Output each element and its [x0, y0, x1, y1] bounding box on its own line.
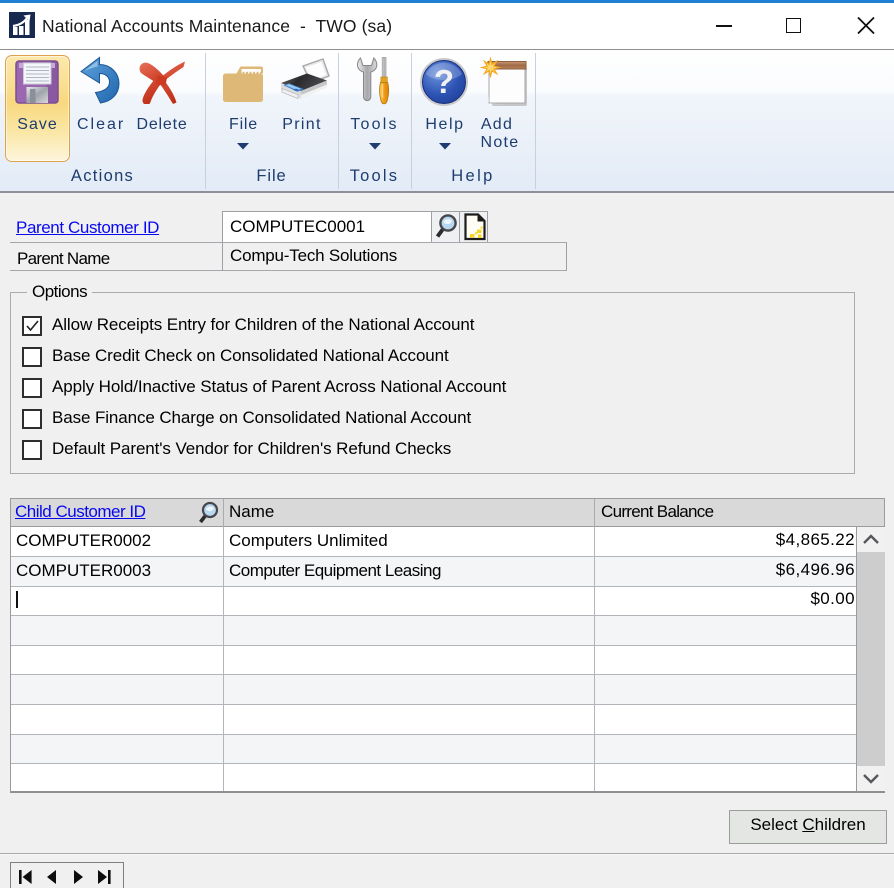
svg-text:?: ?	[434, 63, 454, 100]
